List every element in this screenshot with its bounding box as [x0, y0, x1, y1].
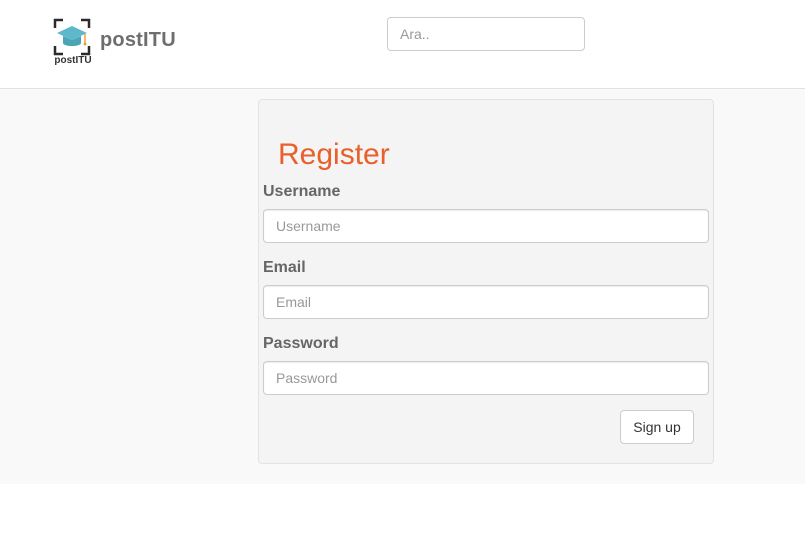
- password-input[interactable]: [263, 361, 709, 395]
- sign-up-button[interactable]: Sign up: [620, 410, 694, 444]
- page-title: Register: [278, 138, 390, 171]
- brand-link[interactable]: postITU postITU: [53, 18, 176, 66]
- navbar: postITU postITU: [0, 0, 805, 89]
- username-input[interactable]: [263, 209, 709, 243]
- logo-text: postITU: [54, 55, 92, 66]
- password-label: Password: [263, 335, 339, 352]
- search-input[interactable]: [387, 17, 585, 51]
- email-input[interactable]: [263, 285, 709, 319]
- logo: postITU: [53, 18, 92, 66]
- graduation-cap-icon: [53, 18, 91, 56]
- email-label: Email: [263, 259, 306, 276]
- username-label: Username: [263, 183, 341, 200]
- brand-name: postITU: [100, 29, 176, 51]
